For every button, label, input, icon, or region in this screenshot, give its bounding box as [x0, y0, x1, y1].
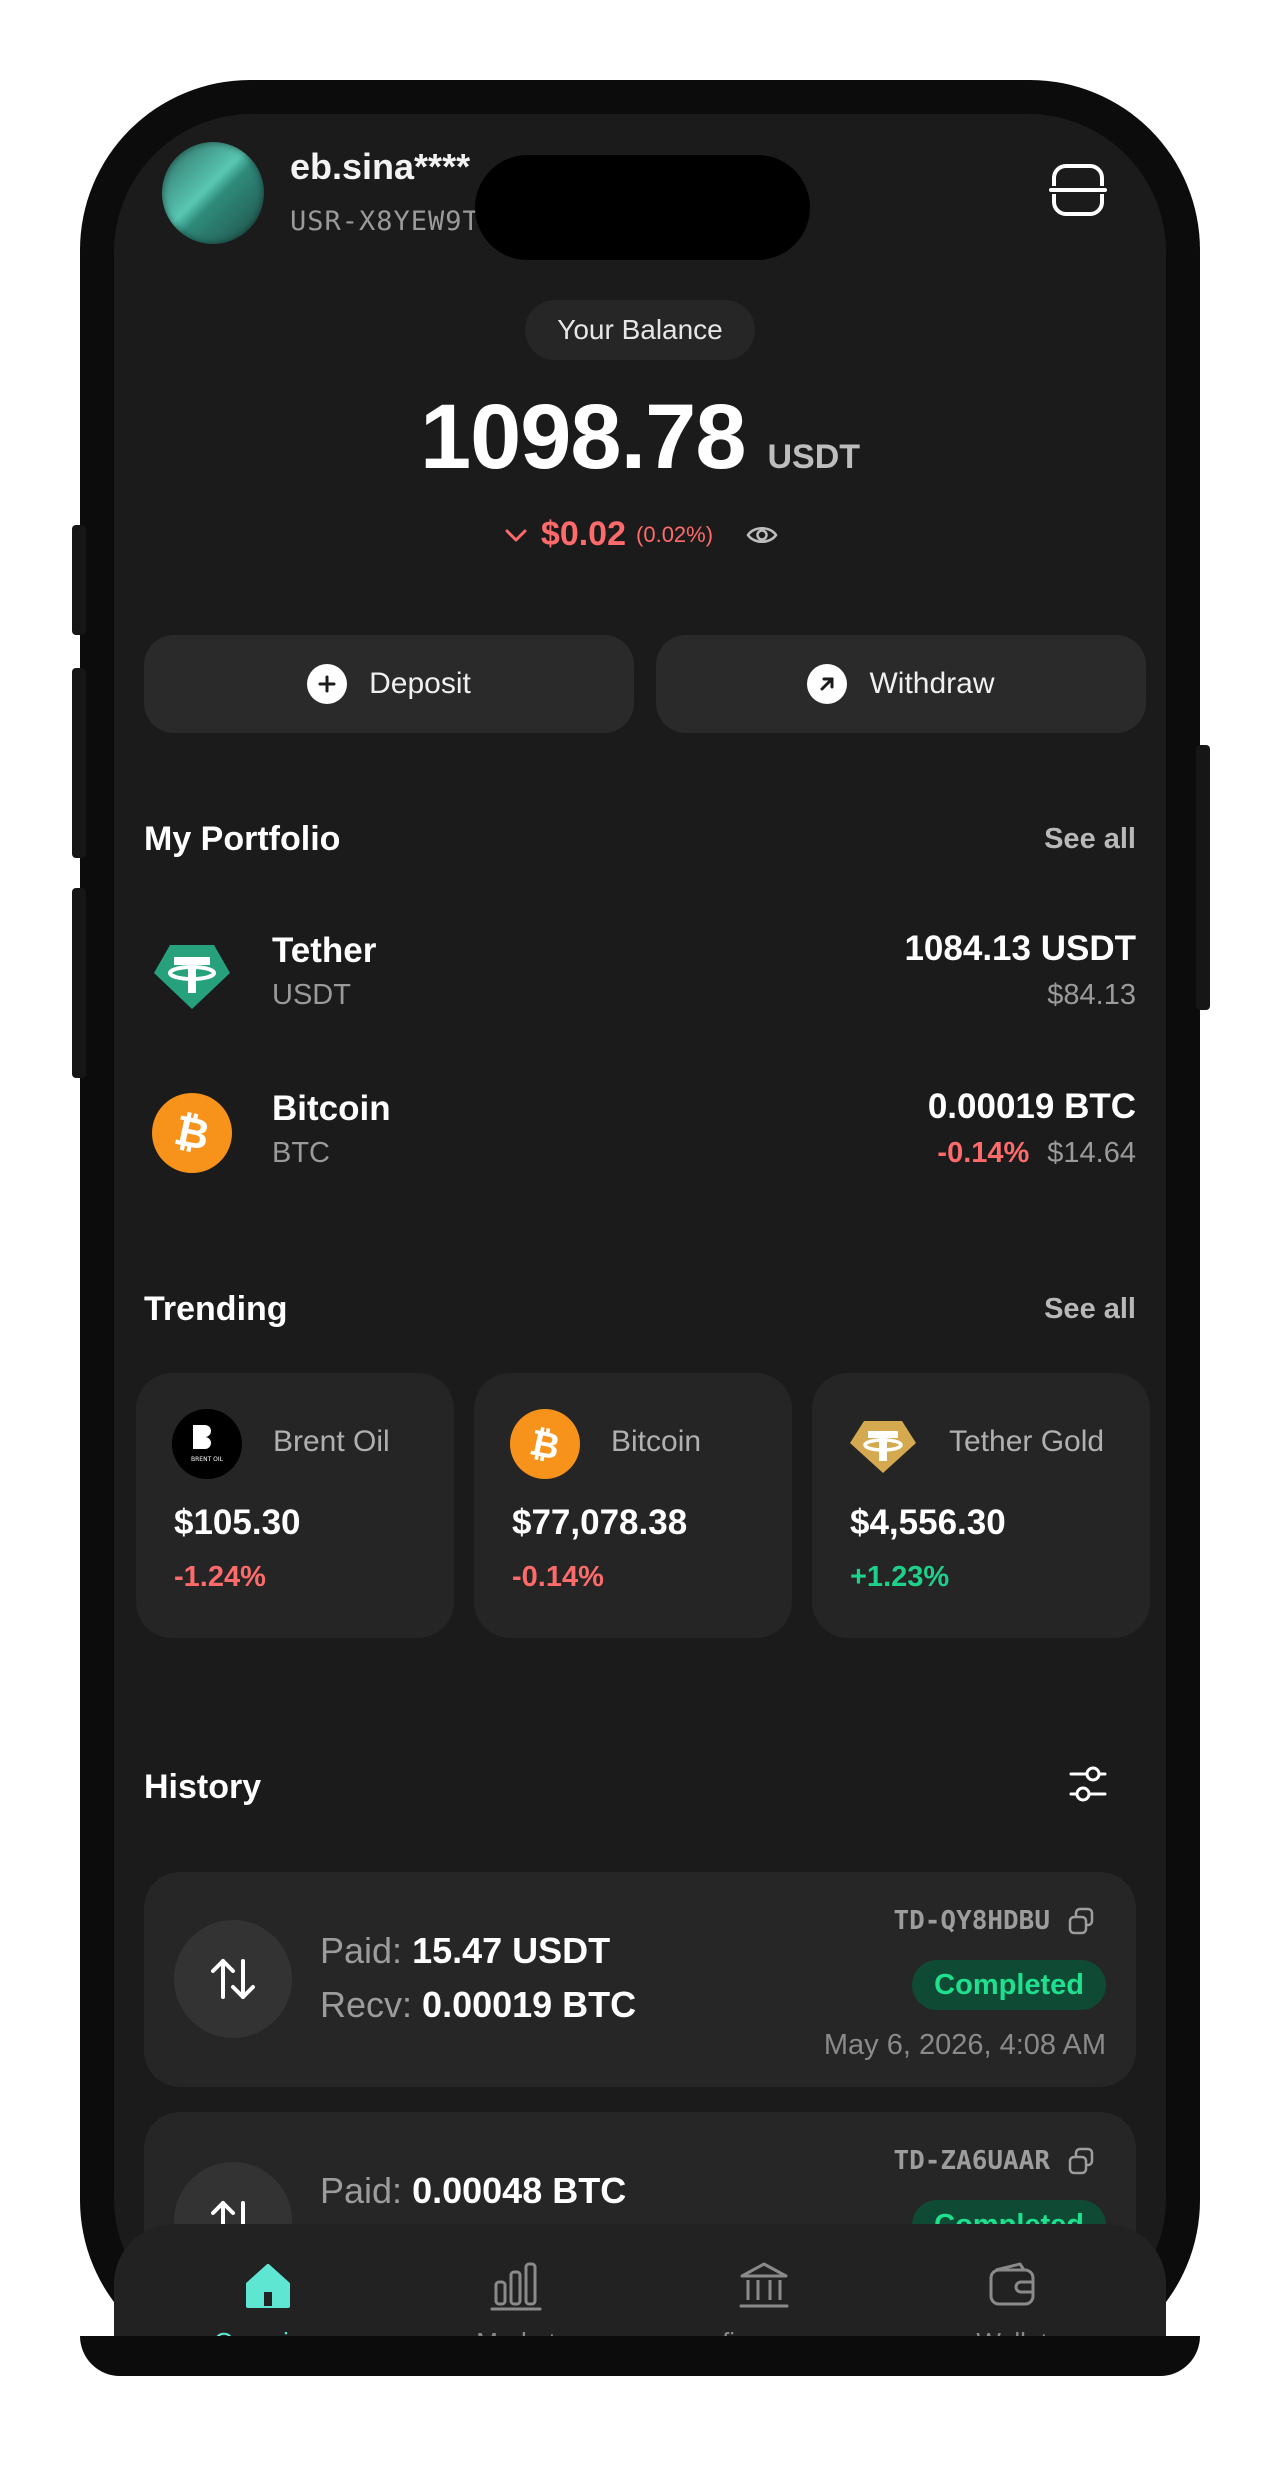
- filter-icon[interactable]: [1068, 1762, 1108, 1806]
- power-button: [1196, 745, 1210, 1010]
- bitcoin-icon: ₿: [510, 1409, 580, 1479]
- balance-amount: 1098.78: [419, 386, 747, 488]
- history-item[interactable]: Paid: 15.47 USDT Recv: 0.00019 BTC TD-QY…: [144, 1872, 1136, 2087]
- bank-icon: [739, 2262, 789, 2308]
- history-date: May 6, 2026, 4:08 AM: [823, 2029, 1106, 2061]
- change-percent: (0.02%): [636, 521, 714, 547]
- trending-price: $4,556.30: [850, 1503, 1006, 1542]
- scan-button[interactable]: [1048, 160, 1108, 220]
- balance-row: 1098.78 USDT: [0, 385, 1280, 490]
- tether-gold-icon: [850, 1421, 916, 1473]
- asset-value: $14.64: [1047, 1137, 1136, 1169]
- withdraw-button[interactable]: Withdraw: [656, 635, 1146, 733]
- bar-chart-icon: [490, 2262, 542, 2311]
- copy-icon[interactable]: [1066, 2146, 1096, 2176]
- history-id: TD-QY8HDBU: [893, 1906, 1096, 1936]
- dynamic-island: [475, 155, 810, 260]
- trending-change: +1.23%: [850, 1561, 950, 1593]
- username: eb.sina****: [290, 146, 471, 187]
- asset-value: $84.13: [1047, 979, 1136, 1011]
- bottom-tab-bar: Overview Market finance Wallet: [114, 2224, 1166, 2357]
- balance-change: $0.02 (0.02%): [0, 515, 1280, 554]
- change-amount: $0.02: [540, 515, 627, 553]
- asset-symbol: BTC: [272, 1137, 330, 1169]
- home-icon: [246, 2264, 290, 2308]
- trending-price: $77,078.38: [512, 1503, 688, 1542]
- asset-amount: 1084.13 USDT: [904, 929, 1136, 968]
- portfolio-item-bitcoin[interactable]: ₿ Bitcoin BTC 0.00019 BTC -0.14% $14.64: [144, 1085, 1136, 1181]
- trending-name: Bitcoin: [611, 1425, 702, 1458]
- swap-icon: [174, 1920, 292, 2038]
- avatar[interactable]: [162, 142, 264, 244]
- asset-change-value: -0.14% $14.64: [937, 1137, 1136, 1170]
- trending-see-all-link[interactable]: See all: [1044, 1293, 1136, 1326]
- asset-symbol: USDT: [272, 979, 351, 1011]
- trending-name: Brent Oil: [273, 1425, 390, 1458]
- asset-name: Tether: [272, 931, 377, 970]
- chevron-down-icon: [505, 529, 527, 541]
- phone-bezel-bottom: [80, 2336, 1200, 2376]
- history-title: History: [144, 1768, 262, 1806]
- deposit-button[interactable]: Deposit: [144, 635, 634, 733]
- trending-change: -0.14%: [512, 1561, 604, 1593]
- volume-up-button: [72, 668, 86, 858]
- balance-unit: USDT: [767, 438, 861, 476]
- history-id: TD-ZA6UAAR: [893, 2146, 1096, 2176]
- history-paid: Paid: 0.00048 BTC: [320, 2170, 627, 2211]
- withdraw-label: Withdraw: [869, 667, 995, 700]
- asset-amount: 0.00019 BTC: [927, 1087, 1136, 1126]
- svg-text:BRENT OIL: BRENT OIL: [191, 1456, 224, 1463]
- volume-down-button: [72, 888, 86, 1078]
- trending-change: -1.24%: [174, 1561, 266, 1593]
- deposit-label: Deposit: [369, 667, 471, 700]
- trending-card-brent-oil[interactable]: BRENT OIL Brent Oil $105.30 -1.24%: [136, 1373, 454, 1638]
- trending-card-tether-gold[interactable]: Tether Gold $4,556.30 +1.23%: [812, 1373, 1150, 1638]
- portfolio-item-tether[interactable]: Tether USDT 1084.13 USDT $84.13: [144, 927, 1136, 1023]
- bitcoin-icon: ₿: [152, 1093, 232, 1173]
- portfolio-title: My Portfolio: [144, 820, 341, 858]
- trending-price: $105.30: [174, 1503, 301, 1542]
- trending-name: Tether Gold: [949, 1425, 1105, 1458]
- asset-name: Bitcoin: [272, 1089, 391, 1128]
- tether-icon: [154, 945, 230, 1009]
- wallet-icon: [989, 2262, 1035, 2306]
- history-paid: Paid: 15.47 USDT: [320, 1930, 611, 1971]
- brent-oil-icon: BRENT OIL: [172, 1409, 242, 1479]
- trending-card-bitcoin[interactable]: ₿ Bitcoin $77,078.38 -0.14%: [474, 1373, 792, 1638]
- copy-icon[interactable]: [1066, 1906, 1096, 1936]
- eye-icon[interactable]: [745, 518, 779, 552]
- history-received: Recv: 0.00019 BTC: [320, 1984, 637, 2025]
- arrow-up-right-icon: [807, 664, 848, 704]
- user-id: USR-X8YEW9T: [290, 206, 480, 237]
- portfolio-see-all-link[interactable]: See all: [1044, 823, 1136, 856]
- balance-label: Your Balance: [525, 300, 755, 360]
- plus-icon: [307, 664, 348, 704]
- asset-change: -0.14%: [937, 1137, 1030, 1169]
- trending-title: Trending: [144, 1290, 288, 1328]
- scan-icon: [1048, 164, 1108, 216]
- status-badge: Completed: [912, 1960, 1106, 2010]
